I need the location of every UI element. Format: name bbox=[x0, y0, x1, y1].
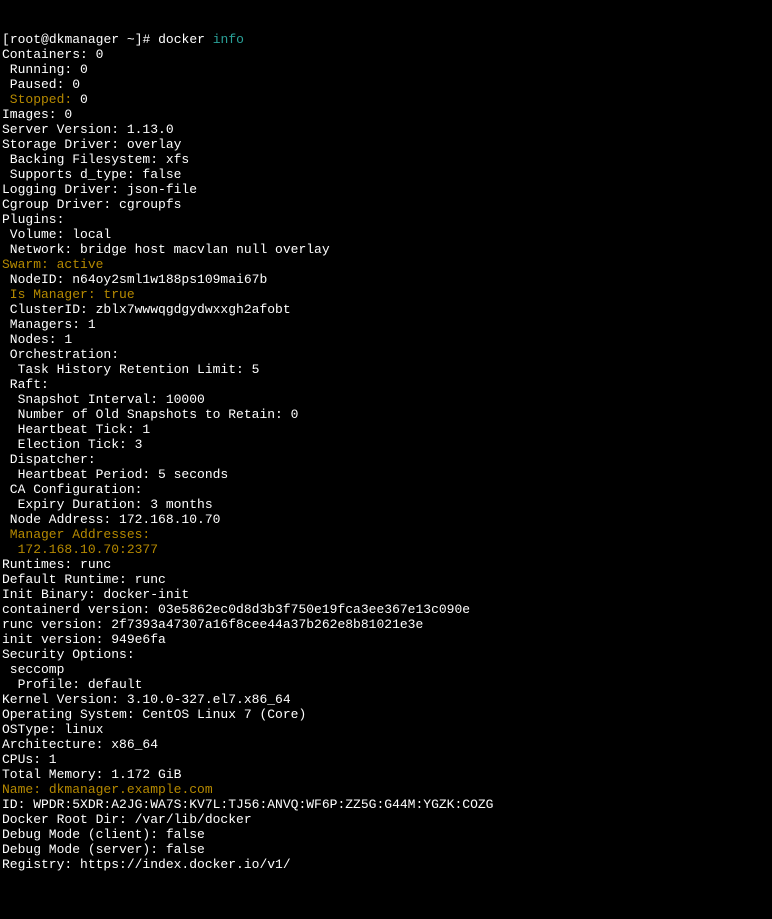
containerd-version-line: containerd version: 03e5862ec0d8d3b3f750… bbox=[2, 602, 770, 617]
plugins-line: Plugins: bbox=[2, 212, 770, 227]
raft-line: Raft: bbox=[2, 377, 770, 392]
images-line: Images: 0 bbox=[2, 107, 770, 122]
runtimes-line: Runtimes: runc bbox=[2, 557, 770, 572]
init-binary-line: Init Binary: docker-init bbox=[2, 587, 770, 602]
swarm-line: Swarm: active bbox=[2, 257, 770, 272]
is-manager-line: Is Manager: true bbox=[2, 287, 770, 302]
dispatcher-line: Dispatcher: bbox=[2, 452, 770, 467]
nodeid-line: NodeID: n64oy2sml1w188ps109mai67b bbox=[2, 272, 770, 287]
architecture-line: Architecture: x86_64 bbox=[2, 737, 770, 752]
init-version-line: init version: 949e6fa bbox=[2, 632, 770, 647]
security-options-line: Security Options: bbox=[2, 647, 770, 662]
runc-version-line: runc version: 2f7393a47307a16f8cee44a37b… bbox=[2, 617, 770, 632]
clusterid-line: ClusterID: zblx7wwwqgdgydwxxgh2afobt bbox=[2, 302, 770, 317]
managers-line: Managers: 1 bbox=[2, 317, 770, 332]
server-version-line: Server Version: 1.13.0 bbox=[2, 122, 770, 137]
storage-driver-line: Storage Driver: overlay bbox=[2, 137, 770, 152]
paused-line: Paused: 0 bbox=[2, 77, 770, 92]
network-line: Network: bridge host macvlan null overla… bbox=[2, 242, 770, 257]
expiry-line: Expiry Duration: 3 months bbox=[2, 497, 770, 512]
default-runtime-line: Default Runtime: runc bbox=[2, 572, 770, 587]
snapshot-line: Snapshot Interval: 10000 bbox=[2, 392, 770, 407]
manager-addresses-line: Manager Addresses: bbox=[2, 527, 770, 542]
ca-config-line: CA Configuration: bbox=[2, 482, 770, 497]
prompt-line[interactable]: [root@dkmanager ~]# docker info bbox=[2, 32, 770, 47]
backing-fs-line: Backing Filesystem: xfs bbox=[2, 152, 770, 167]
task-history-line: Task History Retention Limit: 5 bbox=[2, 362, 770, 377]
stopped-line: Stopped: 0 bbox=[2, 92, 770, 107]
cpus-line: CPUs: 1 bbox=[2, 752, 770, 767]
docker-root-line: Docker Root Dir: /var/lib/docker bbox=[2, 812, 770, 827]
node-address-line: Node Address: 172.168.10.70 bbox=[2, 512, 770, 527]
debug-server-line: Debug Mode (server): false bbox=[2, 842, 770, 857]
id-line: ID: WPDR:5XDR:A2JG:WA7S:KV7L:TJ56:ANVQ:W… bbox=[2, 797, 770, 812]
heartbeat-period-line: Heartbeat Period: 5 seconds bbox=[2, 467, 770, 482]
total-memory-line: Total Memory: 1.172 GiB bbox=[2, 767, 770, 782]
nodes-line: Nodes: 1 bbox=[2, 332, 770, 347]
cgroup-driver-line: Cgroup Driver: cgroupfs bbox=[2, 197, 770, 212]
orchestration-line: Orchestration: bbox=[2, 347, 770, 362]
logging-driver-line: Logging Driver: json-file bbox=[2, 182, 770, 197]
name-line: Name: dkmanager.example.com bbox=[2, 782, 770, 797]
debug-client-line: Debug Mode (client): false bbox=[2, 827, 770, 842]
terminal-output: [root@dkmanager ~]# docker infoContainer… bbox=[2, 32, 770, 872]
heartbeat-tick-line: Heartbeat Tick: 1 bbox=[2, 422, 770, 437]
ostype-line: OSType: linux bbox=[2, 722, 770, 737]
running-line: Running: 0 bbox=[2, 62, 770, 77]
election-tick-line: Election Tick: 3 bbox=[2, 437, 770, 452]
profile-line: Profile: default bbox=[2, 677, 770, 692]
seccomp-line: seccomp bbox=[2, 662, 770, 677]
manager-addr-val-line: 172.168.10.70:2377 bbox=[2, 542, 770, 557]
kernel-version-line: Kernel Version: 3.10.0-327.el7.x86_64 bbox=[2, 692, 770, 707]
operating-system-line: Operating System: CentOS Linux 7 (Core) bbox=[2, 707, 770, 722]
containers-line: Containers: 0 bbox=[2, 47, 770, 62]
supports-dtype-line: Supports d_type: false bbox=[2, 167, 770, 182]
registry-line: Registry: https://index.docker.io/v1/ bbox=[2, 857, 770, 872]
old-snapshots-line: Number of Old Snapshots to Retain: 0 bbox=[2, 407, 770, 422]
volume-line: Volume: local bbox=[2, 227, 770, 242]
